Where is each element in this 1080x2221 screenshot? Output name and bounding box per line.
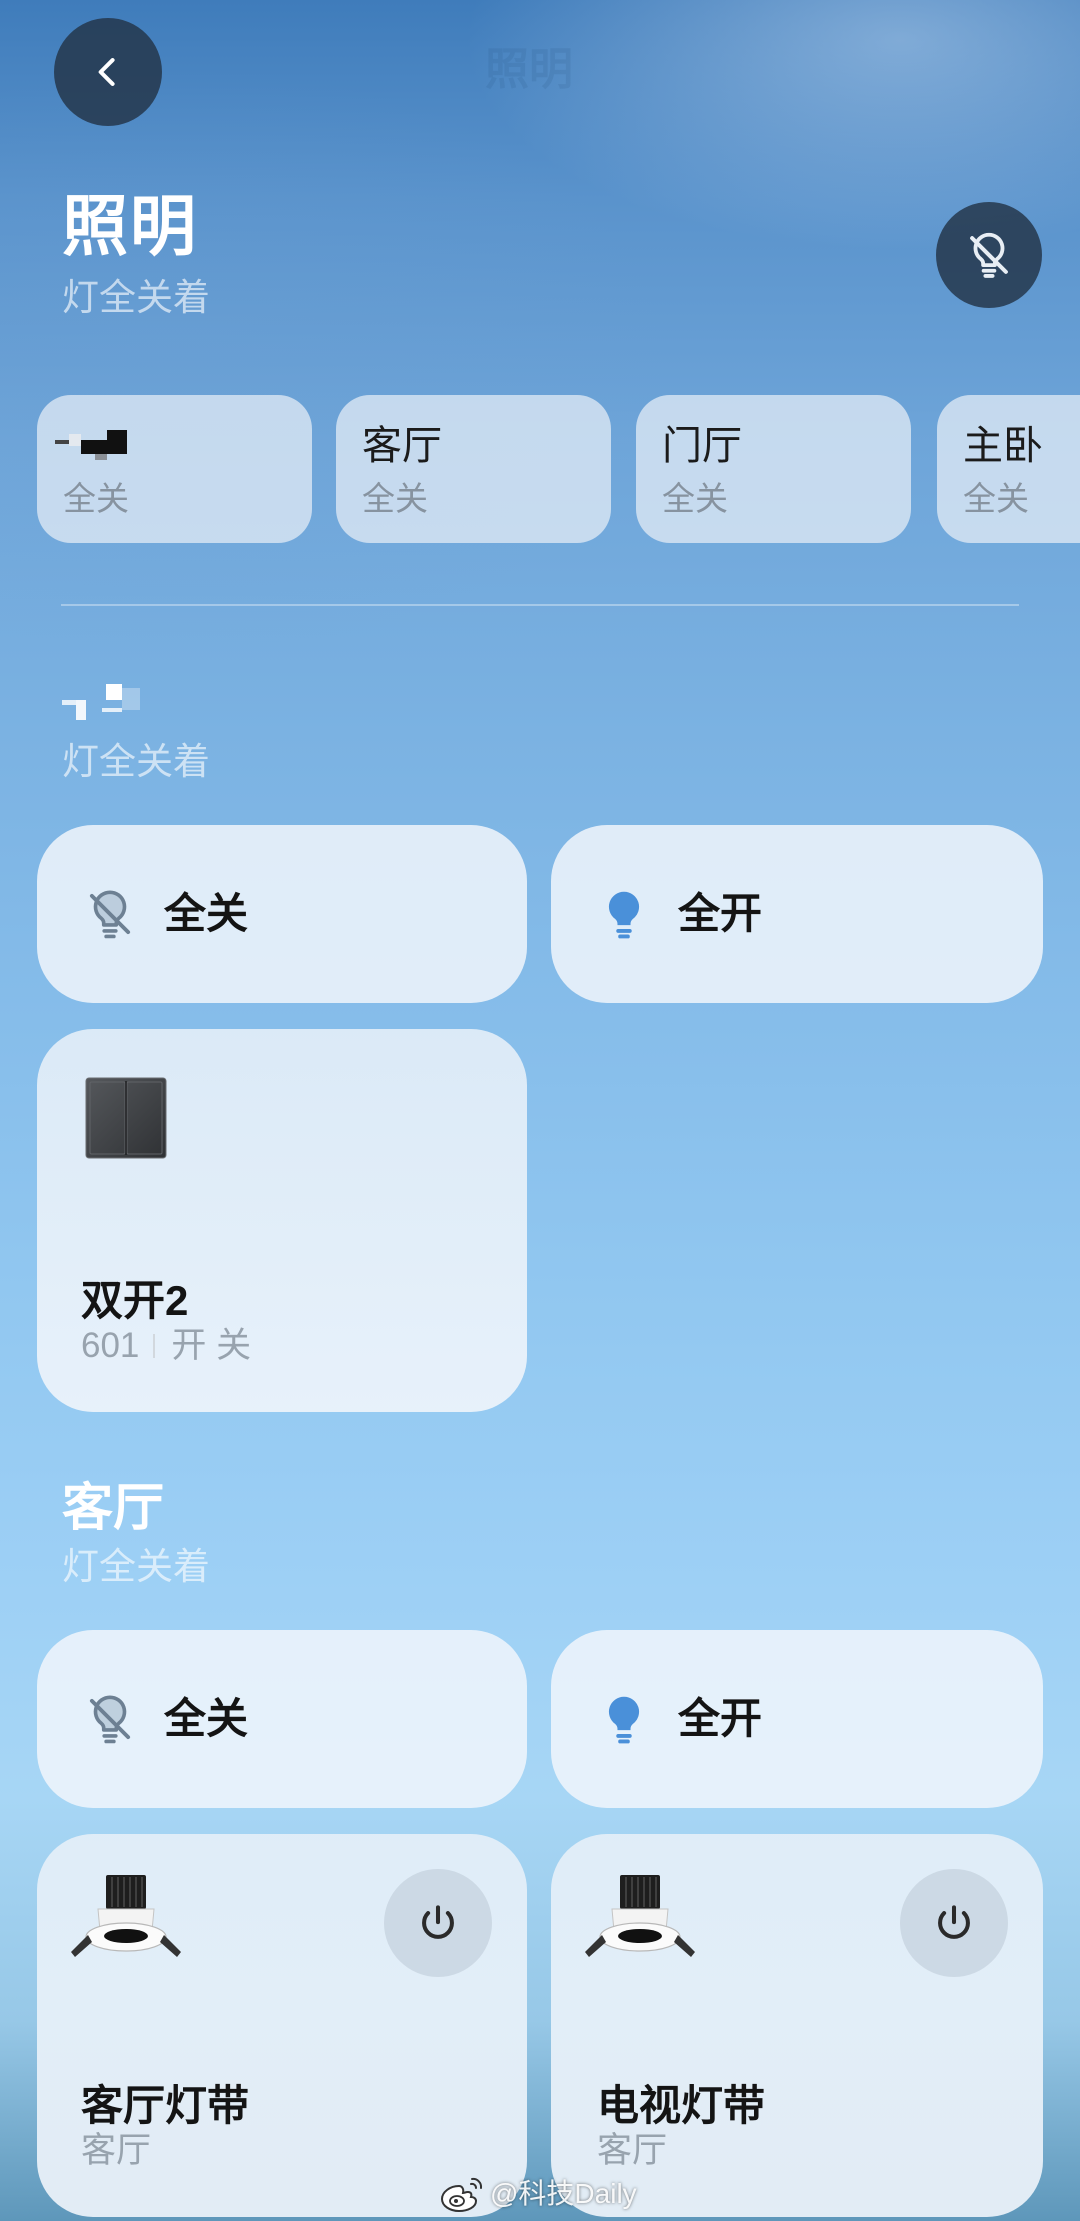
all-lights-off-button[interactable] xyxy=(936,202,1042,308)
all-off-button[interactable]: 全关 xyxy=(37,825,527,1003)
collapsed-header-title: 照明 xyxy=(485,45,573,94)
device-name: 客厅灯带 xyxy=(81,2082,250,2129)
all-off-label: 全关 xyxy=(164,1695,249,1742)
section-subtitle: 灯全关着 xyxy=(62,1546,210,1587)
divider xyxy=(61,604,1019,606)
room-chip-status: 全关 xyxy=(662,480,728,517)
room-chip-redacted[interactable]: 全关 xyxy=(37,395,312,543)
downlight-icon xyxy=(585,1875,695,1957)
page-subtitle: 灯全关着 xyxy=(62,277,210,318)
room-chip-name: 主卧 xyxy=(963,424,1043,468)
power-toggle-button[interactable] xyxy=(900,1869,1008,1977)
device-name: 电视灯带 xyxy=(597,2082,766,2129)
room-chip-living-room[interactable]: 客厅 全关 xyxy=(336,395,611,543)
all-off-label: 全关 xyxy=(164,890,249,937)
chevron-left-icon xyxy=(98,58,115,86)
power-icon xyxy=(422,1905,454,1939)
redacted-room-name xyxy=(55,430,127,460)
lightbulb-icon xyxy=(608,1696,640,1744)
device-card-double-switch[interactable]: 双开2 601 开 关 xyxy=(37,1029,527,1412)
device-card-tv-strip[interactable]: 电视灯带 客厅 xyxy=(551,1834,1043,2217)
watermark-text: @科技Daily xyxy=(490,2178,637,2209)
device-room: 客厅 xyxy=(81,2131,152,2170)
power-toggle-button[interactable] xyxy=(384,1869,492,1977)
all-on-button[interactable]: 全开 xyxy=(551,825,1043,1003)
redacted-section-title xyxy=(62,684,140,720)
device-switch-state: 开 关 xyxy=(171,1326,252,1365)
downlight-icon xyxy=(71,1875,181,1957)
room-chip-status: 全关 xyxy=(963,480,1029,517)
power-icon xyxy=(938,1905,970,1939)
lightbulb-icon xyxy=(608,891,640,939)
room-chip-hallway[interactable]: 门厅 全关 xyxy=(636,395,911,543)
page-title: 照明 xyxy=(62,189,198,263)
lightbulb-off-icon xyxy=(89,1695,131,1744)
all-on-label: 全开 xyxy=(678,890,763,937)
separator xyxy=(153,1334,156,1358)
all-off-button[interactable]: 全关 xyxy=(37,1630,527,1808)
device-card-living-room-strip[interactable]: 客厅灯带 客厅 xyxy=(37,1834,527,2217)
room-chip-status: 全关 xyxy=(362,480,428,517)
device-name: 双开2 xyxy=(81,1277,189,1324)
all-on-button[interactable]: 全开 xyxy=(551,1630,1043,1808)
device-room: 客厅 xyxy=(597,2131,668,2170)
room-chip-name: 门厅 xyxy=(662,424,742,468)
all-on-label: 全开 xyxy=(678,1695,763,1742)
section-subtitle: 灯全关着 xyxy=(62,741,210,782)
double-switch-icon xyxy=(85,1077,167,1159)
room-chip-status: 全关 xyxy=(63,480,129,517)
section-title: 客厅 xyxy=(62,1479,165,1536)
room-filter-row: 全关 客厅 全关 门厅 全关 主卧 全关 xyxy=(0,395,1080,543)
room-chip-name: 客厅 xyxy=(362,424,442,468)
lightbulb-off-icon xyxy=(89,890,131,939)
weibo-logo-icon xyxy=(440,2177,483,2213)
back-button[interactable] xyxy=(54,18,162,126)
lightbulb-off-icon xyxy=(970,232,1008,278)
room-chip-master-bedroom[interactable]: 主卧 全关 xyxy=(937,395,1080,543)
device-room: 601 xyxy=(81,1326,140,1365)
device-meta: 601 开 关 xyxy=(81,1325,251,1367)
